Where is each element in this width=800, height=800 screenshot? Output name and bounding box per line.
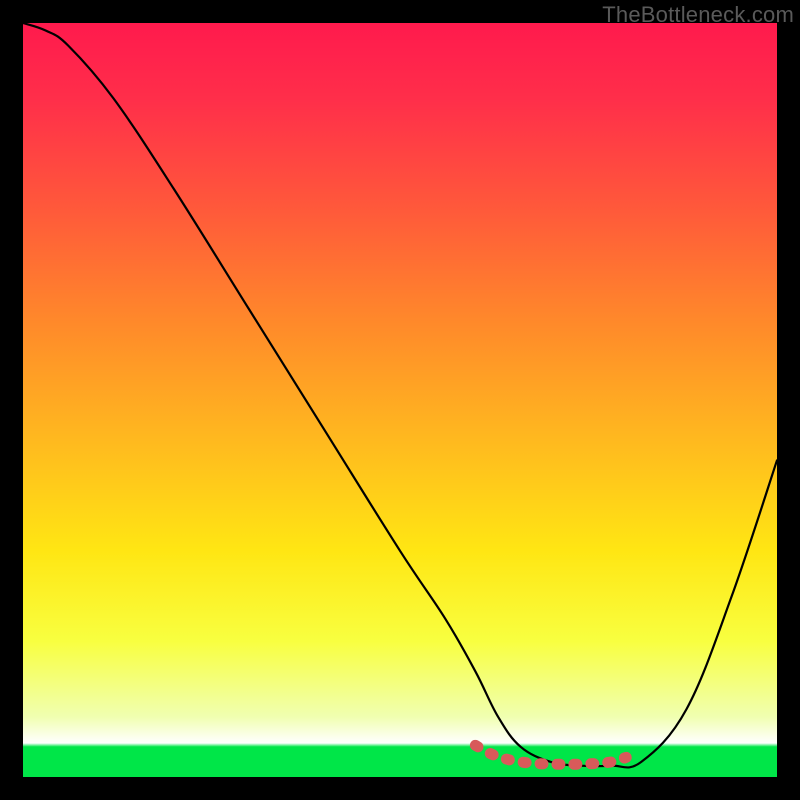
- plot-area: [23, 23, 777, 777]
- watermark-text: TheBottleneck.com: [602, 2, 794, 28]
- chart-container: TheBottleneck.com: [0, 0, 800, 800]
- chart-svg: [23, 23, 777, 777]
- bottleneck-curve: [23, 23, 777, 767]
